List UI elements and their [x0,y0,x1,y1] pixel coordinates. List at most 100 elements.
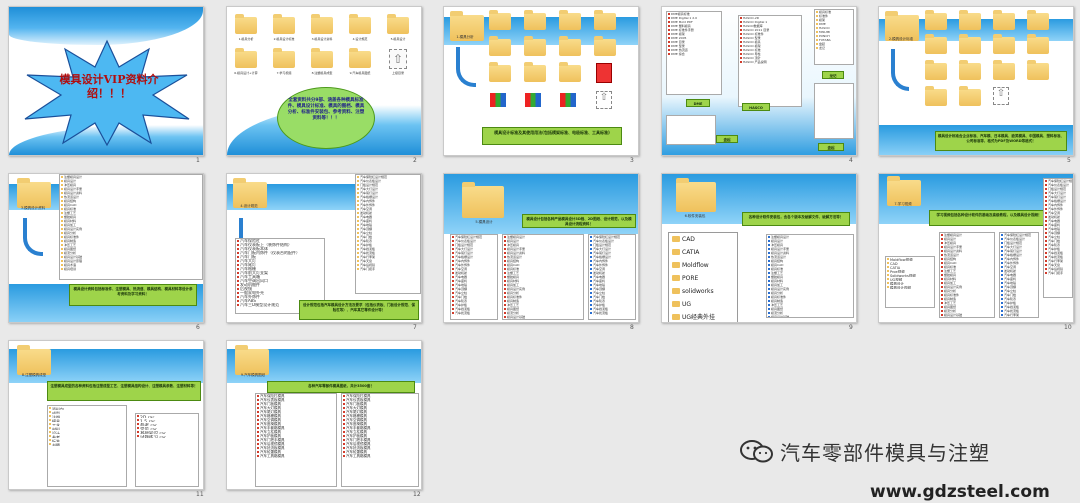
label-box: HASCO [742,103,770,111]
slide-number: 3 [630,157,634,164]
slide-number: 2 [413,157,417,164]
folder-label: 3.模具设计资料 [311,37,333,41]
list-item[interactable]: 书籍 [48,442,126,446]
list-item[interactable]: 模具培训 [60,267,202,271]
slide-thumbnail-7[interactable]: 4.设计规范 汽车保险杠 汽车仪表板上（装饰件结构） 汽车仪表板本体 汽车门板内饰件（… [226,173,422,323]
slide-thumbnail-3[interactable]: 1.模具分析 ⇧ 模具设计标准及其使用用法(包括模架标准、电极标准、工具标准) [443,6,639,156]
list-item[interactable]: 模具设计基础 [767,315,853,317]
description-box: 学习视频包括各种设计软件的基础及高级教程，以及模具设计视频！ [929,210,1049,226]
list-item[interactable]: 汽车行李架 [1000,313,1038,317]
folder-icon [524,10,546,30]
slide-number: 11 [196,491,204,498]
description-box: 模具设计标准及其使用用法(包括模架标准、电极标准、工具标准) [482,127,622,145]
folder-label: 6.软件安装包 [684,214,706,218]
list-item[interactable]: DME 综合 [667,52,721,56]
list-item[interactable]: UG [669,298,737,311]
list-item[interactable]: 模具设计原理 [503,319,583,320]
folder-icon [594,10,616,30]
list-item[interactable]: 模具设计基础 [503,315,583,319]
list-item[interactable]: CAD [669,233,737,246]
slide-thumbnail-5[interactable]: 2.模具设计标准 ⇧ 模具设计标准含企业标准、汽车模、日本模具、欧美模具、中国模… [878,6,1074,156]
folder-label: 5.模具设计 [475,220,493,224]
folder-icon [1027,34,1049,54]
folder-label: 2.模具设计标准 [273,37,295,41]
slide-thumbnail-10[interactable]: 7.学习视频 学习视频包括各种设计软件的基础及高级教程，以及模具设计视频！ Mo… [878,173,1074,323]
list-item[interactable]: 汽车扰流板 [451,311,497,315]
slide-thumbnail-11[interactable]: 8.注塑模具成型 注塑模具成型的各种资料包括注塑成型工艺、注塑模具结构设计、注塑… [8,340,204,490]
label-box: 盘起 [716,135,738,143]
folder-label: 7.学习视频 [894,202,912,206]
wechat-icon [740,440,773,463]
folder-label: 6.模具设计+计算 [234,71,258,75]
list-item[interactable]: 模具设计基础 [940,313,994,317]
list-item[interactable]: 模具设计原理 [940,317,994,318]
description-box: 设计规范包括汽车模具设计方法及要求（包括仪表板、门板设计规范、保险杠等）、汽车其… [299,300,419,320]
slide-thumbnail-2[interactable]: 1.模具分析 2.模具设计标准 3.模具设计资料 4.设计规范 5.模具设计 6… [226,6,422,156]
file-list: 汽车保险杠设计规范汽车仪表板设计门板设计规范汽车大灯设计汽车尾灯设计汽车格栅设计… [450,234,498,320]
folder-icon [489,62,511,82]
up-arrow-icon: ⇧ [596,91,612,109]
slide-number: 12 [413,491,421,498]
folder-icon [559,36,581,56]
up-arrow-icon: ⇧ [389,49,407,69]
file-grid: ⇧ [484,7,634,127]
file-list: 汽车保险杠模具 汽车仪表板模具 汽车门板模具 汽车大灯模具 汽车尾灯模具 汽车格栅模具 汽车… [341,393,419,487]
folder-label: 9.汽车模具图纸 [349,71,371,75]
list-item[interactable]: PORE [669,272,737,285]
list-item[interactable]: UG经典外挂 [669,311,737,322]
list-item[interactable]: 汽车扰流板 [589,311,635,315]
list-item[interactable]: 汽车门把手 [356,267,420,271]
list-item[interactable]: 汽车工具箱模具 [342,454,418,458]
folder-icon [676,178,716,212]
folder-label: 3.模具设计资料 [20,206,46,210]
label-box: 龙记 [822,71,844,79]
file-list: 注塑模具设计 模具设计 冲压模具 模具设计手册 模具设计资料 热流道设计 模具结构 模具CAD… [502,234,584,320]
folder-label: 8.注塑模具成型 [311,71,333,75]
curved-arrow-icon [23,218,43,256]
slide-thumbnail-4[interactable]: DME模具标准 DME Digital 1 2.0 DME Mold PDF DME … [661,6,857,156]
folder-icon [489,36,511,56]
folder-icon [993,34,1015,54]
archive-icon [560,93,576,107]
folder-label: 4.设计规范 [352,37,368,41]
folder-list: 资料包 成型 注塑 模具 工艺 材料 设计 参考 标准 书籍 [47,405,127,487]
folder-icon [594,36,616,56]
folder-icon [349,14,371,34]
file-list: 汽车保险杠设计规范汽车仪表板设计门板设计规范汽车大灯设计汽车尾灯设计汽车格栅设计… [588,234,636,320]
slide-thumbnail-8[interactable]: 5.模具设计 模具设计包括各种产品模具设计3D档、2D图纸、设计规范，以及模具设… [443,173,639,323]
slide-number: 5 [1067,157,1071,164]
list-item[interactable]: 汽车天窗 [1000,317,1038,318]
folder-label: 8.注塑模具成型 [21,373,47,377]
folder-label: 1.模具分析 [456,35,474,39]
list-item[interactable]: 试题练习.rar [136,434,198,438]
folder-label: 4.设计规范 [240,204,258,208]
slide-thumbnail-6[interactable]: 3.模具设计资料 注塑模具设计 模具设计 冲压模具 模具设计手册 模具设计资料 热流道设计… [8,173,204,323]
folder-label: 1.模具分析 [238,37,254,41]
folder-icon [17,178,51,208]
list-item[interactable]: 模具设计视频 [886,285,934,289]
slide-thumbnail-9[interactable]: 6.软件安装包 各种设计软件安装包，含各个版本及破解文件、破解方法等！ CAD C… [661,173,857,323]
folder-icon [273,48,295,68]
speech-bubble: 全套资料共分9部、涵盖各种模具标准件、模具设计标准、模具的图档、模具分析、标准件… [277,87,375,149]
list-item[interactable]: 龙记 [815,46,853,50]
folder-icon [959,60,981,80]
folder-icon [959,86,981,106]
list-item[interactable]: HASCO 产品说明 [739,60,801,64]
description-box: 注塑模具成型的各种资料包括注塑成型工艺、注塑模具结构设计、注塑模具参数、注塑材料… [47,381,201,401]
list-item[interactable]: Moldflow [669,259,737,272]
folder-icon [235,48,257,68]
slide-thumbnail-1[interactable]: 模具设计VIP资料介绍！！！ [8,6,204,156]
list-item[interactable]: CATIA [669,246,737,259]
folder-icon [993,10,1015,30]
slide-thumbnail-12[interactable]: 9.汽车模具图纸 各种汽车零部件模具图纸，共计3500套！ 汽车保险杠模具 汽车仪… [226,340,422,490]
file-list: 汽车保险杠设计规范汽车仪表板设计门板设计规范汽车大灯设计汽车尾灯设计汽车格栅设计… [999,232,1039,318]
folder-icon [925,60,947,80]
folder-icon [462,182,504,218]
description-box: 模具设计包括各种产品模具设计3D档、2D图纸、设计规范，以及模具设计流程资料！ [522,214,636,228]
file-list: 注塑模具设计 模具设计 冲压模具 模具设计手册 模具设计资料 热流道设计 模具结构 模具CAD… [766,234,854,318]
folder-icon [959,10,981,30]
list-item[interactable]: 汽车工具箱模具 [256,454,336,458]
list-item[interactable]: solidworks [669,285,737,298]
folder-icon [235,345,269,375]
list-item[interactable]: 汽车门把手 [1044,271,1072,275]
